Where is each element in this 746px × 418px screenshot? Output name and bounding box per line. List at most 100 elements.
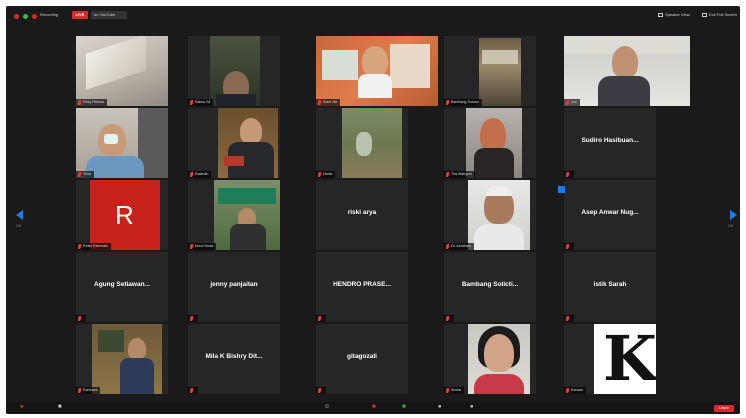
participant-name-text: Dr. Abraham (451, 244, 471, 248)
participant-name (564, 315, 574, 322)
participant-tile[interactable]: gitagozali (316, 324, 408, 394)
participant-tile[interactable]: Sudiro Hasibuan... (564, 108, 656, 178)
participant-name: Herlia (316, 171, 336, 178)
participant-tile[interactable]: riski arya (316, 180, 408, 250)
participant-name: Tira Wahyuni (444, 171, 475, 178)
recording-label: Recording (40, 12, 59, 17)
live-badge[interactable]: LIVE (72, 11, 88, 19)
participant-name (76, 315, 86, 322)
previous-page-arrow-icon[interactable] (16, 210, 23, 220)
participant-tile[interactable]: Bambang Suroso (444, 36, 536, 106)
mute-icon[interactable]: ● (20, 404, 24, 410)
mic-muted-icon (190, 388, 193, 393)
participant-name: Ratimah (188, 171, 212, 178)
participant-tile[interactable]: Sabus Sil (188, 36, 280, 106)
exit-full-screen-label: Exit Full Screen (709, 12, 738, 17)
participant-tile[interactable]: jenny panjaitan (188, 252, 280, 322)
participant-display-name: Bambang Solicti... (461, 281, 519, 288)
participant-tile[interactable]: K Kanaan (564, 324, 656, 394)
participant-tile[interactable]: Slam Sie (316, 36, 438, 106)
leave-meeting-button[interactable]: Leave (714, 405, 734, 412)
participant-name: Jun (564, 99, 580, 106)
shield-icon (23, 14, 28, 19)
participant-name-text: Reky Fitriana (83, 100, 105, 104)
mic-muted-icon (190, 244, 193, 249)
participant-tile[interactable]: Reky Fitriana (76, 36, 168, 106)
mic-muted-icon (78, 100, 81, 105)
recording-dot-icon (14, 14, 19, 19)
mic-muted-icon (566, 172, 569, 177)
participant-name: Yulia (76, 171, 94, 178)
mic-muted-icon (318, 388, 321, 393)
participant-tile[interactable]: Agung Setiawan... (76, 252, 168, 322)
avatar-letter: R (115, 200, 134, 230)
next-page-arrow-icon[interactable] (730, 210, 737, 220)
participant-tile[interactable]: Rahmani (76, 324, 168, 394)
participant-name-text: Reski Rammah (83, 244, 108, 248)
mic-muted-icon (190, 100, 193, 105)
page-indicator-left: 1/3 (16, 224, 22, 228)
participant-name (564, 171, 574, 178)
video-icon[interactable]: ■ (58, 404, 62, 410)
participant-tile[interactable]: R Reski Rammah (76, 180, 168, 250)
participant-display-name: riski arya (347, 209, 377, 216)
participant-tile[interactable]: istik Sarah (564, 252, 656, 322)
participant-name-text: Herlia (323, 172, 333, 176)
participant-name-text: Bambang Suroso (451, 100, 479, 104)
mic-muted-icon (78, 244, 81, 249)
mic-muted-icon (566, 316, 569, 321)
participant-tile[interactable]: Jun (564, 36, 690, 106)
mic-muted-icon (446, 100, 449, 105)
participants-icon[interactable]: ☺ (324, 404, 330, 410)
participant-display-name: HENDRO PRASE... (333, 281, 391, 288)
participant-name-text: Ratimah (195, 172, 209, 176)
participant-name (188, 387, 198, 394)
participant-name: Nurul Huda (188, 243, 217, 250)
participant-tile[interactable]: Bambang Solicti... (444, 252, 536, 322)
participant-display-name: Asep Anwar Nug... (581, 209, 639, 216)
participant-display-name: jenny panjaitan (210, 281, 258, 288)
participant-tile[interactable]: Asep Anwar Nug... (564, 180, 656, 250)
participant-tile[interactable]: Dr. Abraham (444, 180, 536, 250)
participant-name (444, 315, 454, 322)
mic-muted-icon (566, 100, 569, 105)
participant-tile[interactable]: Sindar (444, 324, 536, 394)
participant-tile[interactable]: Yulia (76, 108, 168, 178)
mic-muted-icon (446, 172, 449, 177)
live-on-youtube[interactable]: on YouTube (91, 11, 127, 19)
brand-logo: K (603, 324, 656, 394)
participant-name (316, 387, 326, 394)
participant-tile[interactable]: Tira Wahyuni (444, 108, 536, 178)
mic-muted-icon (566, 244, 569, 249)
participant-name-text: Slam Sie (323, 100, 338, 104)
participant-name: Dr. Abraham (444, 243, 474, 250)
exit-full-screen-icon (702, 12, 707, 17)
participant-name-text: Rahmani (83, 388, 98, 392)
reactions-icon[interactable]: ● (470, 404, 474, 410)
participant-display-name: Sudiro Hasibuan... (581, 137, 639, 144)
participant-tile[interactable]: HENDRO PRASE... (316, 252, 408, 322)
participant-display-name: gitagozali (347, 353, 377, 360)
exit-full-screen-button[interactable]: Exit Full Screen (702, 11, 737, 19)
mic-muted-icon (318, 100, 321, 105)
page-indicator-right: 1/3 (728, 224, 734, 228)
participant-name: Sindar (444, 387, 465, 394)
participant-tile[interactable]: Nurul Huda (188, 180, 280, 250)
mic-muted-icon (566, 388, 569, 393)
chat-icon[interactable]: ■ (372, 404, 376, 410)
participant-tile[interactable]: Mila K Bishry Dit... (188, 324, 280, 394)
speaker-view-label: Speaker View (665, 12, 690, 17)
mic-muted-icon (78, 388, 81, 393)
participant-display-name: Mila K Bishry Dit... (205, 353, 263, 360)
speaker-view-button[interactable]: Speaker View (658, 11, 690, 19)
participant-tile[interactable]: Ratimah (188, 108, 280, 178)
participant-name-text: Tira Wahyuni (451, 172, 472, 176)
participant-name: Reski Rammah (76, 243, 111, 250)
share-screen-icon[interactable]: ■ (402, 404, 406, 410)
record-icon[interactable]: ● (438, 404, 442, 410)
participant-name (316, 315, 326, 322)
participant-display-name: istik Sarah (593, 281, 627, 288)
mic-muted-icon (190, 172, 193, 177)
participant-tile[interactable]: Herlia (316, 108, 408, 178)
mic-muted-icon (78, 316, 81, 321)
